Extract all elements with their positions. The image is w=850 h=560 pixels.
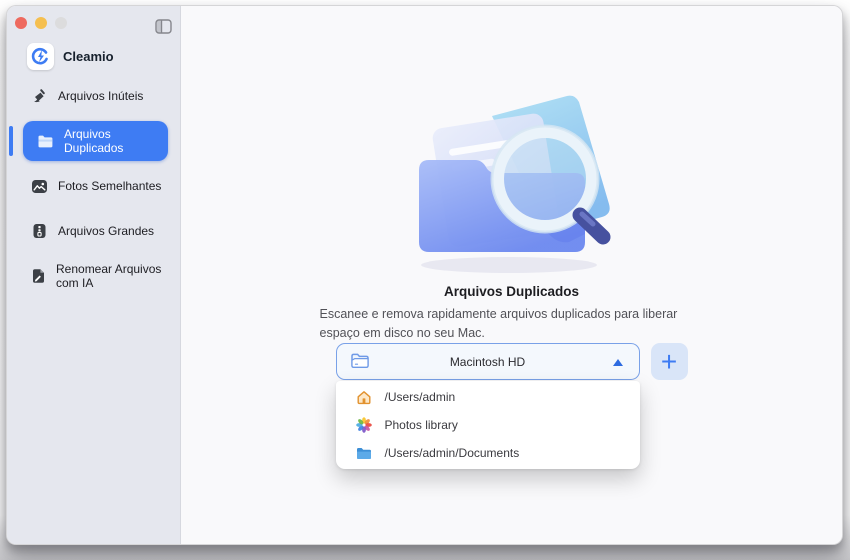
sidebar-nav: Arquivos Inúteis Arquivos Duplicados Fot… (17, 76, 170, 301)
ai-rename-icon (31, 268, 46, 285)
main-panel: Arquivos Duplicados Escanee e remova rap… (181, 6, 842, 544)
sidebar-item-arquivos-inuteis[interactable]: Arquivos Inúteis (17, 76, 170, 116)
sidebar-item-renomear-arquivos-ia[interactable]: Renomear Arquivos com IA (17, 256, 170, 296)
app-window: Cleamio Arquivos Inúteis Arquivos Duplic… (6, 5, 843, 545)
duplicate-folder-icon (37, 133, 54, 150)
photos-app-icon (356, 417, 373, 434)
cleamio-logo-icon (27, 43, 54, 70)
page-description: Escanee e remova rapidamente arquivos du… (319, 307, 678, 340)
menu-item-users-admin-documents[interactable]: /Users/admin/Documents (336, 439, 640, 467)
menu-item-label: /Users/admin (384, 390, 456, 404)
app-name: Cleamio (63, 49, 114, 64)
scan-target-value: Macintosh HD (449, 354, 526, 369)
sidebar-toggle-icon[interactable] (152, 16, 174, 36)
sidebar-item-arquivos-grandes[interactable]: Arquivos Grandes (17, 211, 170, 251)
sidebar-item-label: Arquivos Grandes (58, 224, 155, 238)
sidebar-item-arquivos-duplicados[interactable]: Arquivos Duplicados (23, 121, 168, 161)
scan-target-menu: /Users/admin Photos library /Users/admin… (335, 381, 640, 469)
broom-icon (31, 88, 48, 105)
add-location-button[interactable]: + (650, 343, 688, 380)
sidebar-item-label: Renomear Arquivos com IA (56, 262, 162, 290)
traffic-lights (15, 17, 67, 29)
large-files-icon (31, 223, 48, 240)
sidebar-item-label: Fotos Semelhantes (58, 179, 162, 193)
scan-controls: Macintosh HD + (181, 343, 842, 380)
menu-item-photos-library[interactable]: Photos library (336, 411, 640, 439)
close-button[interactable] (15, 17, 27, 29)
caret-up-icon (612, 359, 623, 366)
folder-outline-icon (350, 352, 371, 375)
folder-with-magnifier-illustration (397, 84, 627, 281)
app-logo-row: Cleamio (27, 43, 114, 70)
sidebar: Cleamio Arquivos Inúteis Arquivos Duplic… (7, 6, 181, 544)
similar-photos-icon (31, 178, 48, 195)
blue-folder-icon (356, 445, 373, 462)
scan-target-dropdown[interactable]: Macintosh HD (335, 343, 640, 380)
sidebar-item-label: Arquivos Inúteis (58, 89, 144, 103)
minimize-button[interactable] (35, 17, 47, 29)
sidebar-item-label: Arquivos Duplicados (64, 127, 124, 155)
sidebar-item-fotos-semelhantes[interactable]: Fotos Semelhantes (17, 166, 170, 206)
zoom-button[interactable] (55, 17, 67, 29)
menu-item-label: /Users/admin/Documents (384, 446, 520, 460)
active-item-indicator (9, 126, 13, 156)
menu-item-users-admin[interactable]: /Users/admin (336, 383, 640, 411)
menu-item-label: Photos library (384, 418, 458, 432)
home-icon (356, 389, 373, 406)
page-title: Arquivos Duplicados (443, 284, 580, 299)
